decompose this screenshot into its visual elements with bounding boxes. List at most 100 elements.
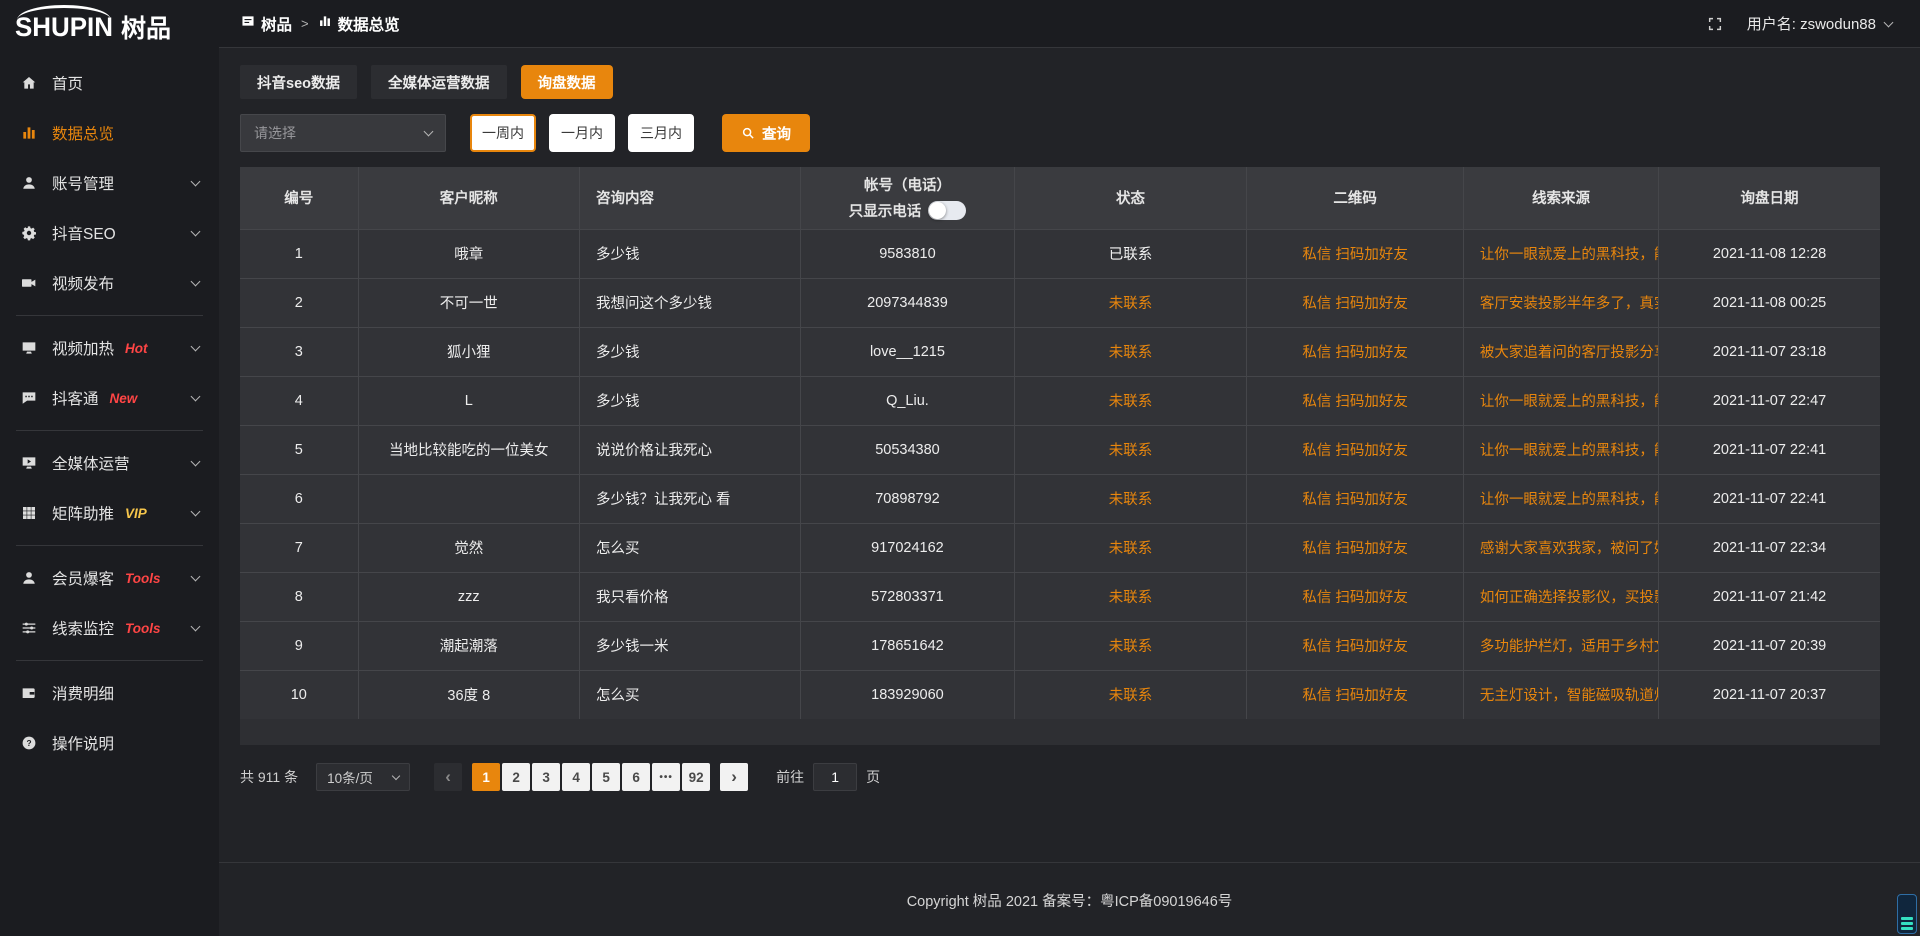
qrcode-link[interactable]: 私信 扫码加好友 bbox=[1247, 474, 1463, 523]
qrcode-link[interactable]: 私信 扫码加好友 bbox=[1247, 621, 1463, 670]
table-header-row: 编号客户昵称咨询内容帐号（电话）只显示电话状态二维码线索来源询盘日期 bbox=[240, 167, 1880, 229]
lead-source-link[interactable]: 无主灯设计，智能磁吸轨道灯... bbox=[1463, 670, 1658, 719]
phone-only-toggle[interactable] bbox=[928, 201, 966, 220]
monitor-icon bbox=[21, 340, 39, 356]
chevron-down-icon bbox=[1884, 18, 1894, 28]
bottom-right-widget[interactable] bbox=[1897, 894, 1917, 934]
copyright-text: Copyright 树品 2021 备案号：粤ICP备09019646号 bbox=[907, 894, 1233, 910]
lead-source-link[interactable]: 感谢大家喜欢我家，被问了好... bbox=[1463, 523, 1658, 572]
member-icon bbox=[21, 570, 39, 586]
sidebar-item-video-heat[interactable]: 视频加热Hot bbox=[0, 323, 219, 373]
account-phone: 572803371 bbox=[801, 572, 1014, 621]
lead-source-link[interactable]: 让你一眼就爱上的黑科技，能... bbox=[1463, 376, 1658, 425]
table-row: 1036度 8怎么买183929060未联系私信 扫码加好友无主灯设计，智能磁吸… bbox=[240, 670, 1880, 719]
sidebar-item-home[interactable]: 首页 bbox=[0, 58, 219, 108]
chevron-down-icon bbox=[191, 391, 201, 401]
goto-unit: 页 bbox=[866, 767, 880, 787]
sidebar-item-member-burst[interactable]: 会员爆客Tools bbox=[0, 553, 219, 603]
sidebar-item-account[interactable]: 账号管理 bbox=[0, 158, 219, 208]
table-header: 编号客户昵称咨询内容帐号（电话）只显示电话状态二维码线索来源询盘日期 bbox=[240, 167, 1880, 229]
status-badge: 未联系 bbox=[1014, 278, 1247, 327]
goto-page: 前往 页 bbox=[776, 763, 880, 791]
breadcrumb-item[interactable]: 数据总览 bbox=[318, 13, 400, 35]
account-header-title: 帐号（电话） bbox=[802, 174, 1012, 195]
breadcrumb-label: 树品 bbox=[261, 13, 292, 35]
prev-page-button[interactable]: ‹ bbox=[434, 763, 462, 791]
page-button[interactable]: 2 bbox=[502, 763, 530, 791]
row-id: 4 bbox=[240, 376, 358, 425]
qrcode-link[interactable]: 私信 扫码加好友 bbox=[1247, 376, 1463, 425]
lead-source-link[interactable]: 客厅安装投影半年多了，真实... bbox=[1463, 278, 1658, 327]
topbar: 树品>数据总览 用户名: zswodun88 bbox=[219, 0, 1920, 48]
page-button[interactable]: 5 bbox=[592, 763, 620, 791]
goto-page-input[interactable] bbox=[813, 763, 857, 791]
tab-询盘数据[interactable]: 询盘数据 bbox=[521, 65, 613, 99]
page-button[interactable]: 6 bbox=[622, 763, 650, 791]
page-list: 123456•••92 bbox=[472, 763, 712, 791]
app-root: SHUPIN 树品 首页数据总览账号管理抖音SEO视频发布视频加热Hot抖客通N… bbox=[0, 0, 1920, 936]
lead-source-link[interactable]: 让你一眼就爱上的黑科技，能... bbox=[1463, 425, 1658, 474]
qrcode-link[interactable]: 私信 扫码加好友 bbox=[1247, 572, 1463, 621]
row-id: 8 bbox=[240, 572, 358, 621]
tab-抖音seo数据[interactable]: 抖音seo数据 bbox=[240, 65, 357, 99]
account-phone: 2097344839 bbox=[801, 278, 1014, 327]
sidebar-item-media-ops[interactable]: 全媒体运营 bbox=[0, 438, 219, 488]
brand-logo[interactable]: SHUPIN 树品 bbox=[0, 0, 219, 54]
sidebar-item-label: 会员爆客 bbox=[52, 567, 114, 589]
filter-select[interactable]: 请选择 bbox=[240, 114, 446, 152]
range-button[interactable]: 一月内 bbox=[549, 114, 615, 152]
qrcode-link[interactable]: 私信 扫码加好友 bbox=[1247, 523, 1463, 572]
next-page-button[interactable]: › bbox=[720, 763, 748, 791]
account-phone: 70898792 bbox=[801, 474, 1014, 523]
page-button[interactable]: 3 bbox=[532, 763, 560, 791]
fullscreen-icon[interactable] bbox=[1707, 16, 1723, 32]
range-button[interactable]: 三月内 bbox=[628, 114, 694, 152]
qrcode-link[interactable]: 私信 扫码加好友 bbox=[1247, 670, 1463, 719]
search-button[interactable]: 查询 bbox=[722, 114, 810, 152]
sidebar-item-clue-monitor[interactable]: 线索监控Tools bbox=[0, 603, 219, 653]
lead-source-link[interactable]: 让你一眼就爱上的黑科技，能... bbox=[1463, 474, 1658, 523]
account-phone: 917024162 bbox=[801, 523, 1014, 572]
search-button-label: 查询 bbox=[762, 123, 791, 144]
page-button[interactable]: 4 bbox=[562, 763, 590, 791]
row-id: 5 bbox=[240, 425, 358, 474]
lead-source-link[interactable]: 被大家追着问的客厅投影分享... bbox=[1463, 327, 1658, 376]
lead-source-link[interactable]: 如何正确选择投影仪，买投影... bbox=[1463, 572, 1658, 621]
inquiry-date: 2021-11-07 20:37 bbox=[1659, 670, 1880, 719]
row-id: 1 bbox=[240, 229, 358, 278]
sidebar-item-help[interactable]: ?操作说明 bbox=[0, 718, 219, 768]
qrcode-link[interactable]: 私信 扫码加好友 bbox=[1247, 229, 1463, 278]
sidebar-item-consume-detail[interactable]: 消费明细 bbox=[0, 668, 219, 718]
page-button[interactable]: 92 bbox=[682, 763, 710, 791]
chevron-left-icon: ‹ bbox=[445, 768, 451, 785]
sidebar-item-label: 抖音SEO bbox=[52, 222, 116, 244]
lead-source-link[interactable]: 让你一眼就爱上的黑科技，能... bbox=[1463, 229, 1658, 278]
sidebar-item-video-publish[interactable]: 视频发布 bbox=[0, 258, 219, 308]
breadcrumb-item[interactable]: 树品 bbox=[241, 13, 292, 35]
lead-source-link[interactable]: 多功能护栏灯，适用于乡村文... bbox=[1463, 621, 1658, 670]
user-menu[interactable]: 用户名: zswodun88 bbox=[1747, 13, 1892, 34]
help-icon: ? bbox=[21, 735, 39, 751]
range-button[interactable]: 一周内 bbox=[470, 114, 536, 152]
table-row: 2不可一世我想问这个多少钱2097344839未联系私信 扫码加好友客厅安装投影… bbox=[240, 278, 1880, 327]
sidebar-item-badge: Hot bbox=[125, 341, 148, 356]
sidebar-item-douyin-seo[interactable]: 抖音SEO bbox=[0, 208, 219, 258]
sidebar-item-label: 矩阵助推 bbox=[52, 502, 114, 524]
tab-全媒体运营数据[interactable]: 全媒体运营数据 bbox=[371, 65, 507, 99]
sidebar-item-badge: VIP bbox=[125, 506, 147, 521]
page-ellipsis[interactable]: ••• bbox=[652, 763, 680, 791]
qrcode-link[interactable]: 私信 扫码加好友 bbox=[1247, 327, 1463, 376]
customer-nickname: 不可一世 bbox=[358, 278, 579, 327]
page-button[interactable]: 1 bbox=[472, 763, 500, 791]
qrcode-link[interactable]: 私信 扫码加好友 bbox=[1247, 425, 1463, 474]
page-size-select[interactable]: 10条/页 bbox=[316, 763, 410, 791]
qrcode-link[interactable]: 私信 扫码加好友 bbox=[1247, 278, 1463, 327]
sidebar-item-matrix-boost[interactable]: 矩阵助推 VIP bbox=[0, 488, 219, 538]
inquiry-date: 2021-11-08 00:25 bbox=[1659, 278, 1880, 327]
inquiry-date: 2021-11-07 21:42 bbox=[1659, 572, 1880, 621]
column-header: 状态 bbox=[1014, 167, 1247, 229]
sidebar-item-douketong[interactable]: 抖客通New bbox=[0, 373, 219, 423]
inquiry-table: 编号客户昵称咨询内容帐号（电话）只显示电话状态二维码线索来源询盘日期 1哦章多少… bbox=[240, 167, 1880, 745]
sidebar-item-overview[interactable]: 数据总览 bbox=[0, 108, 219, 158]
sidebar-menu: 首页数据总览账号管理抖音SEO视频发布视频加热Hot抖客通New全媒体运营矩阵助… bbox=[0, 54, 219, 768]
